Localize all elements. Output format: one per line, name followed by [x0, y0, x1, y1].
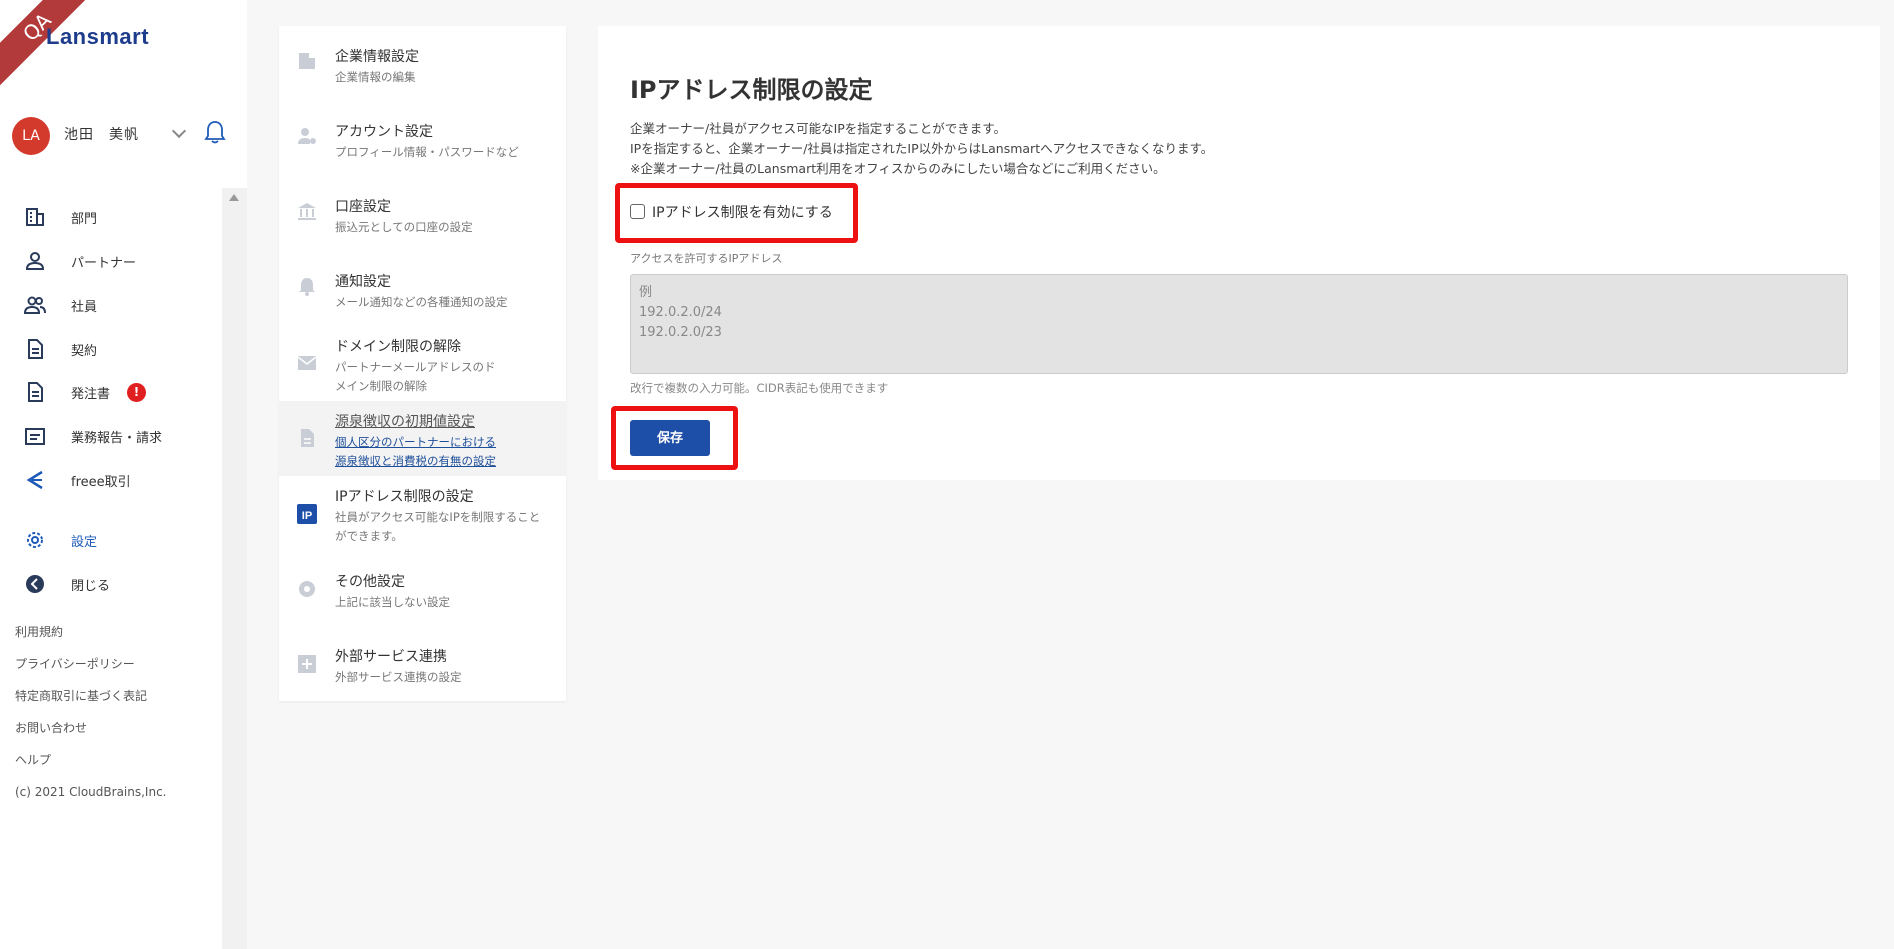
menu-item-company[interactable]: 企業情報設定 企業情報の編集 — [279, 26, 566, 101]
nav-label: 社員 — [71, 299, 98, 315]
logo[interactable]: Lansmart — [46, 24, 149, 50]
ip-address-textarea[interactable]: 例 192.0.2.0/24 192.0.2.0/23 — [630, 274, 1848, 374]
plus-box-icon — [298, 655, 316, 673]
nav-item-close[interactable]: 閉じる — [0, 568, 222, 600]
person-icon — [25, 252, 45, 270]
menu-subtitle: プロフィール情報・パスワードなど — [335, 145, 519, 159]
privacy-link[interactable]: プライバシーポリシー — [15, 655, 135, 672]
save-button[interactable]: 保存 — [630, 420, 710, 456]
chevron-down-icon[interactable] — [171, 123, 187, 139]
nav-item-employee[interactable]: 社員 — [0, 289, 222, 321]
menu-subtitle: パートナーメールアドレスのドメイン制限の解除 — [335, 360, 496, 393]
contact-link[interactable]: お問い合わせ — [15, 719, 87, 736]
menu-item-other[interactable]: その他設定 上記に該当しない設定 — [279, 551, 566, 626]
scroll-up-icon[interactable] — [229, 194, 239, 201]
menu-subtitle: 社員がアクセス可能なIPを制限することができます。 — [335, 510, 541, 543]
menu-item-account[interactable]: アカウント設定 プロフィール情報・パスワードなど — [279, 101, 566, 176]
nav-item-department[interactable]: 部門 — [0, 201, 222, 233]
commercial-law-link[interactable]: 特定商取引に基づく表記 — [15, 687, 147, 704]
document-icon — [28, 382, 43, 402]
content-card: IPアドレス制限の設定 企業オーナー/社員がアクセス可能なIPを指定することがで… — [598, 26, 1880, 480]
settings-menu: 企業情報設定 企業情報の編集 アカウント設定 プロフィール情報・パスワードなど … — [279, 26, 566, 701]
description-line: IPを指定すると、企業オーナー/社員は指定されたIP以外からはLansmartへ… — [630, 141, 1214, 156]
bank-icon — [298, 203, 316, 220]
document-icon — [28, 339, 43, 359]
hint-text: 改行で複数の入力可能。CIDR表記も使用できます — [630, 381, 889, 395]
field-label: アクセスを許可するIPアドレス — [630, 252, 783, 265]
menu-item-withholding[interactable]: 源泉徴収の初期値設定 個人区分のパートナーにおける源泉徴収と消費税の有無の設定 — [279, 401, 566, 476]
avatar[interactable]: LA — [12, 117, 50, 155]
menu-subtitle: 企業情報の編集 — [335, 70, 416, 84]
nav-label: パートナー — [71, 255, 137, 271]
bell-icon — [299, 278, 315, 296]
nav-item-freee[interactable]: freee取引 — [0, 464, 222, 496]
nav-label: 業務報告・請求 — [71, 430, 163, 446]
nav-label: 閉じる — [71, 578, 111, 594]
bell-icon[interactable] — [204, 120, 226, 144]
menu-title: 企業情報設定 — [335, 49, 419, 65]
nav-item-purchase-order[interactable]: 発注書 ! — [0, 376, 222, 408]
sidebar-scrollbar[interactable] — [222, 188, 247, 949]
nav-item-report-invoice[interactable]: 業務報告・請求 — [0, 420, 222, 452]
menu-subtitle: 外部サービス連携の設定 — [335, 670, 462, 684]
menu-subtitle: メール通知などの各種通知の設定 — [335, 295, 508, 309]
user-name[interactable]: 池田 美帆 — [64, 124, 139, 144]
menu-title: 源泉徴収の初期値設定 — [335, 414, 475, 430]
people-icon — [24, 296, 46, 314]
checkbox-label[interactable]: IPアドレス制限を有効にする — [652, 202, 833, 222]
nav-label: freee取引 — [71, 474, 131, 490]
menu-subtitle: 上記に該当しない設定 — [335, 595, 450, 609]
help-link[interactable]: ヘルプ — [15, 751, 51, 768]
description-line: ※企業オーナー/社員のLansmart利用をオフィスからのみにしたい場合などにご… — [630, 161, 1166, 176]
page-title: IPアドレス制限の設定 — [630, 76, 873, 104]
nav-label: 契約 — [71, 343, 98, 359]
nav-label: 発注書 — [71, 386, 111, 402]
account-settings-icon — [298, 128, 316, 144]
menu-item-bank[interactable]: 口座設定 振込元としての口座の設定 — [279, 176, 566, 251]
menu-title: IPアドレス制限の設定 — [335, 489, 474, 505]
menu-title: 通知設定 — [335, 274, 391, 290]
gear-icon — [27, 532, 43, 548]
alert-badge: ! — [127, 382, 146, 402]
nav-label: 設定 — [71, 534, 98, 550]
nav-item-settings[interactable]: 設定 — [0, 524, 222, 556]
gear-icon — [299, 581, 315, 597]
menu-item-domain[interactable]: ドメイン制限の解除 パートナーメールアドレスのドメイン制限の解除 — [279, 326, 566, 401]
menu-subtitle: 個人区分のパートナーにおける源泉徴収と消費税の有無の設定 — [335, 435, 496, 468]
freee-icon — [26, 470, 43, 490]
building-icon — [299, 53, 315, 69]
menu-title: アカウント設定 — [335, 124, 433, 140]
menu-title: 口座設定 — [335, 199, 391, 215]
menu-title: ドメイン制限の解除 — [335, 339, 461, 355]
folder-icon — [25, 428, 45, 445]
nav-label: 部門 — [71, 211, 98, 227]
svg-text:IP: IP — [302, 510, 312, 522]
menu-item-ip-restriction[interactable]: IP IPアドレス制限の設定 社員がアクセス可能なIPを制限することができます。 — [279, 476, 566, 551]
menu-title: その他設定 — [335, 574, 405, 590]
document-icon — [301, 429, 314, 447]
ip-icon: IP — [297, 504, 317, 524]
building-icon — [26, 208, 44, 226]
description-line: 企業オーナー/社員がアクセス可能なIPを指定することができます。 — [630, 121, 1007, 136]
menu-title: 外部サービス連携 — [335, 649, 447, 665]
sidebar: QA Lansmart LA 池田 美帆 部門 パートナー 社員 契約 発注書 … — [0, 0, 247, 949]
nav-item-partner[interactable]: パートナー — [0, 245, 222, 277]
menu-subtitle: 振込元としての口座の設定 — [335, 220, 473, 234]
mail-icon — [297, 356, 317, 370]
ip-restriction-checkbox[interactable] — [630, 204, 645, 219]
menu-item-notification[interactable]: 通知設定 メール通知などの各種通知の設定 — [279, 251, 566, 326]
nav-item-contract[interactable]: 契約 — [0, 333, 222, 365]
terms-link[interactable]: 利用規約 — [15, 623, 63, 640]
menu-item-external[interactable]: 外部サービス連携 外部サービス連携の設定 — [279, 626, 566, 701]
back-arrow-icon — [26, 575, 44, 593]
copyright: (c) 2021 CloudBrains,Inc. — [15, 785, 167, 799]
